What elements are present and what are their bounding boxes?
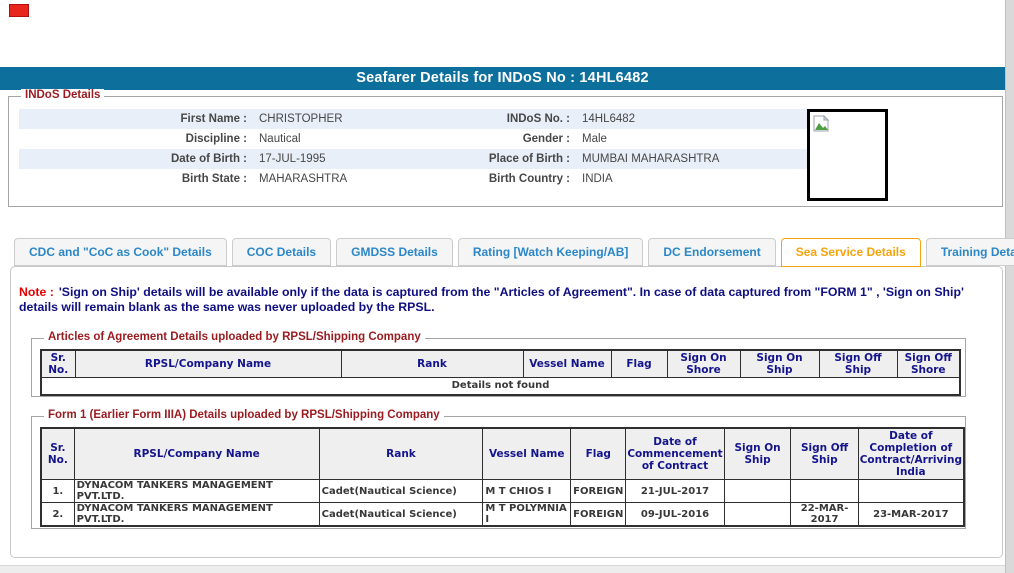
table-row: 2. DYNACOM TANKERS MANAGEMENT PVT.LTD. C… bbox=[40, 502, 965, 527]
table-row: 1. DYNACOM TANKERS MANAGEMENT PVT.LTD. C… bbox=[40, 479, 965, 504]
column-header: Sign Off Ship bbox=[818, 349, 898, 379]
table-cell: M T POLYMNIA I bbox=[482, 502, 572, 527]
note-prefix: Note : bbox=[19, 285, 54, 299]
table-header-row: Sr. No. RPSL/Company Name Rank Vessel Na… bbox=[40, 349, 961, 379]
tab-coc-details[interactable]: COC Details bbox=[231, 238, 332, 266]
column-header: Rank bbox=[318, 427, 484, 481]
table-cell: 23-MAR-2017 bbox=[857, 502, 965, 527]
sea-service-details-panel: Note : 'Sign on Ship' details will be ava… bbox=[10, 266, 1003, 558]
column-header: Sign On Ship bbox=[739, 349, 820, 379]
column-header: Vessel Name bbox=[522, 349, 612, 379]
indos-details-rows: First Name : CHRISTOPHER INDoS No. : 14H… bbox=[19, 109, 807, 189]
table-cell bbox=[857, 479, 965, 504]
column-header: Sr. No. bbox=[40, 427, 75, 481]
field-value: 14HL6482 bbox=[582, 113, 636, 125]
table-cell: 2. bbox=[40, 502, 75, 527]
table-cell: Cadet(Nautical Science) bbox=[318, 479, 484, 504]
table-cell: DYNACOM TANKERS MANAGEMENT PVT.LTD. bbox=[73, 479, 320, 504]
page-title: Seafarer Details for INDoS No : 14HL6482 bbox=[0, 67, 1005, 90]
vertical-scrollbar[interactable] bbox=[1005, 0, 1014, 573]
field-label: Discipline : bbox=[185, 133, 247, 145]
articles-table-section: Articles of Agreement Details uploaded b… bbox=[31, 331, 966, 397]
horizontal-scrollbar[interactable] bbox=[0, 565, 1005, 573]
table-cell bbox=[790, 479, 859, 504]
column-header: Flag bbox=[570, 427, 627, 481]
table-cell: 22-MAR-2017 bbox=[790, 502, 859, 527]
indos-details-section: INDoS Details First Name : CHRISTOPHER I… bbox=[8, 89, 1003, 207]
table-cell: FOREIGN bbox=[570, 502, 627, 527]
seafarer-details-page: Seafarer Details for INDoS No : 14HL6482… bbox=[0, 0, 1014, 573]
broken-image-placeholder bbox=[9, 4, 29, 17]
column-header: Sign Off Shore bbox=[896, 349, 961, 379]
indos-details-legend: INDoS Details bbox=[21, 89, 105, 101]
field-value: MAHARASHTRA bbox=[259, 173, 348, 185]
note-text: Note : 'Sign on Ship' details will be ava… bbox=[19, 285, 985, 315]
column-header: RPSL/Company Name bbox=[73, 427, 320, 481]
field-value: MUMBAI MAHARASHTRA bbox=[582, 153, 720, 165]
field-label: Place of Birth : bbox=[488, 153, 570, 165]
form1-table-legend: Form 1 (Earlier Form IIIA) Details uploa… bbox=[44, 409, 444, 421]
tab-bar: CDC and "CoC as Cook" Details COC Detail… bbox=[14, 238, 1014, 267]
details-not-found-message: Details not found bbox=[40, 377, 961, 396]
table-cell bbox=[723, 502, 792, 527]
column-header: Flag bbox=[610, 349, 668, 379]
tab-cdc-coc-cook-details[interactable]: CDC and "CoC as Cook" Details bbox=[14, 238, 227, 266]
column-header: Sign Off Ship bbox=[790, 427, 859, 481]
column-header: RPSL/Company Name bbox=[74, 349, 342, 379]
table-header-row: Sr. No. RPSL/Company Name Rank Vessel Na… bbox=[40, 427, 965, 481]
field-label: First Name : bbox=[180, 113, 247, 125]
form1-table: Sr. No. RPSL/Company Name Rank Vessel Na… bbox=[40, 427, 965, 528]
broken-image-icon bbox=[813, 114, 830, 132]
tab-dc-endorsement[interactable]: DC Endorsement bbox=[648, 238, 776, 266]
column-header: Sign On Shore bbox=[666, 349, 741, 379]
detail-row: First Name : CHRISTOPHER INDoS No. : 14H… bbox=[19, 109, 807, 129]
table-cell bbox=[723, 479, 792, 504]
articles-table: Sr. No. RPSL/Company Name Rank Vessel Na… bbox=[40, 349, 961, 396]
detail-row: Birth State : MAHARASHTRA Birth Country … bbox=[19, 169, 807, 189]
field-label: Gender : bbox=[522, 133, 570, 145]
tab-rating-watch-keeping-ab[interactable]: Rating [Watch Keeping/AB] bbox=[457, 238, 644, 266]
table-cell: 21-JUL-2017 bbox=[625, 479, 725, 504]
table-cell: M T CHIOS I bbox=[482, 479, 572, 504]
field-label: Date of Birth : bbox=[170, 153, 247, 165]
table-cell: FOREIGN bbox=[570, 479, 627, 504]
column-header: Sign On Ship bbox=[723, 427, 792, 481]
column-header: Rank bbox=[340, 349, 524, 379]
column-header: Sr. No. bbox=[40, 349, 76, 379]
field-label: Birth State : bbox=[181, 173, 247, 185]
table-cell: DYNACOM TANKERS MANAGEMENT PVT.LTD. bbox=[73, 502, 320, 527]
table-cell: Cadet(Nautical Science) bbox=[318, 502, 484, 527]
field-label: INDoS No. : bbox=[506, 113, 570, 125]
field-label: Birth Country : bbox=[488, 173, 570, 185]
detail-row: Discipline : Nautical Gender : Male bbox=[19, 129, 807, 149]
column-header: Date of Completion of Contract/Arriving … bbox=[857, 427, 965, 481]
table-cell: 1. bbox=[40, 479, 75, 504]
tab-sea-service-details[interactable]: Sea Service Details bbox=[780, 238, 921, 267]
articles-table-legend: Articles of Agreement Details uploaded b… bbox=[44, 331, 425, 343]
column-header: Vessel Name bbox=[482, 427, 572, 481]
field-value: CHRISTOPHER bbox=[259, 113, 343, 125]
note-body: 'Sign on Ship' details will be available… bbox=[19, 285, 964, 314]
field-value: Male bbox=[582, 133, 607, 145]
tab-gmdss-details[interactable]: GMDSS Details bbox=[336, 238, 453, 266]
field-value: INDIA bbox=[582, 173, 613, 185]
table-cell: 09-JUL-2016 bbox=[625, 502, 725, 527]
table-row: Details not found bbox=[40, 377, 961, 396]
field-value: Nautical bbox=[259, 133, 301, 145]
field-value: 17-JUL-1995 bbox=[259, 153, 326, 165]
column-header: Date of Commencement of Contract bbox=[625, 427, 725, 481]
tab-training-details[interactable]: Training Details bbox=[925, 238, 1014, 266]
form1-table-section: Form 1 (Earlier Form IIIA) Details uploa… bbox=[31, 409, 966, 529]
detail-row: Date of Birth : 17-JUL-1995 Place of Bir… bbox=[19, 149, 807, 169]
seafarer-photo-frame bbox=[807, 109, 888, 201]
